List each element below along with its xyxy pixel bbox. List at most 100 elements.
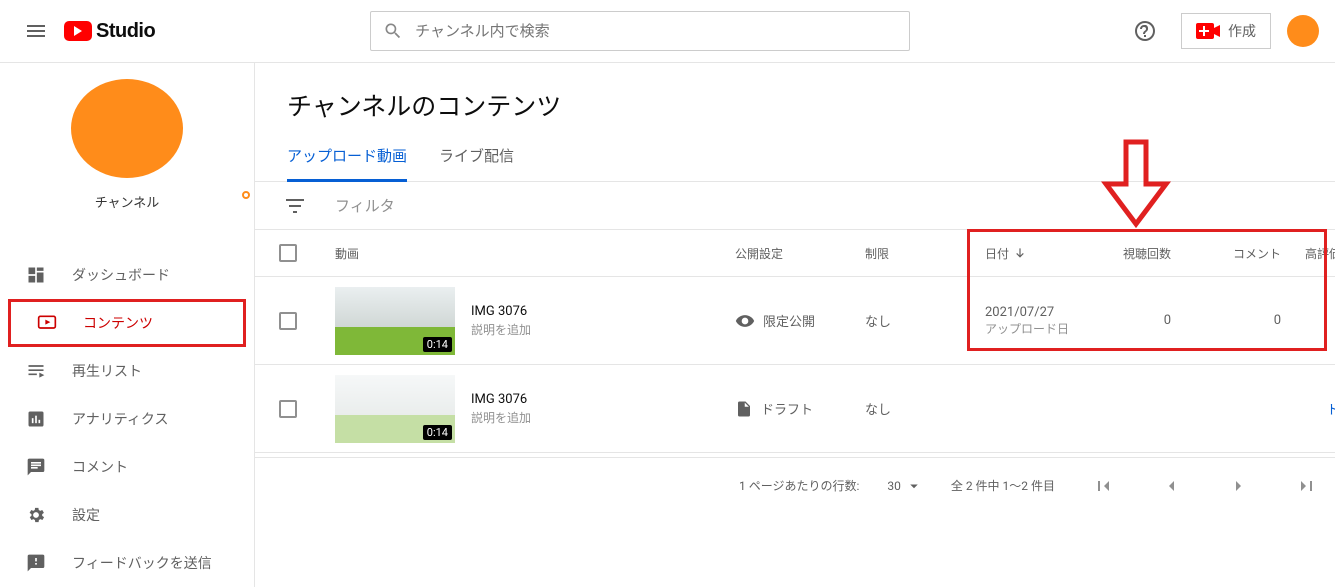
- playlist-icon: [24, 361, 48, 381]
- visibility-cell[interactable]: ドラフト: [735, 399, 865, 418]
- next-page-button[interactable]: [1219, 466, 1259, 506]
- sort-down-icon: [1013, 246, 1027, 260]
- edit-draft-link[interactable]: ドラフトを編: [1305, 399, 1335, 418]
- video-title: IMG 3076: [471, 304, 531, 319]
- video-duration: 0:14: [423, 337, 452, 352]
- visibility-label: 限定公開: [763, 311, 815, 330]
- video-thumbnail[interactable]: 0:14: [335, 287, 455, 355]
- video-cell[interactable]: 0:14 IMG 3076 説明を追加: [335, 375, 735, 443]
- select-all-checkbox[interactable]: [279, 244, 297, 262]
- col-restrictions[interactable]: 制限: [865, 245, 985, 262]
- hamburger-icon: [24, 19, 48, 43]
- video-duration: 0:14: [423, 425, 452, 440]
- col-comments[interactable]: コメント: [1195, 245, 1305, 262]
- create-video-icon: [1196, 23, 1220, 39]
- draft-icon: [735, 400, 753, 418]
- chevron-left-icon: [1159, 474, 1183, 498]
- sidebar-item-analytics[interactable]: アナリティクス: [0, 395, 254, 443]
- search-icon: [383, 21, 403, 41]
- restrictions-cell: なし: [865, 399, 985, 418]
- sidebar-item-label: コンテンツ: [83, 313, 219, 333]
- date-cell: 2021/07/27 アップロード日: [985, 305, 1095, 337]
- tab-live[interactable]: ライブ配信: [439, 135, 514, 181]
- youtube-play-icon: [64, 21, 92, 41]
- filter-bar[interactable]: フィルタ: [255, 182, 1335, 230]
- sidebar-item-feedback[interactable]: フィードバックを送信: [0, 539, 254, 587]
- sidebar-item-playlists[interactable]: 再生リスト: [0, 347, 254, 395]
- col-date-label: 日付: [985, 245, 1009, 262]
- studio-logo[interactable]: Studio: [64, 20, 155, 43]
- filter-label: フィルタ: [335, 195, 395, 216]
- logo-text: Studio: [96, 20, 155, 43]
- rows-per-page-select[interactable]: 30: [887, 477, 923, 495]
- tab-uploads[interactable]: アップロード動画: [287, 135, 407, 182]
- sidebar-item-label: 再生リスト: [72, 361, 230, 381]
- sidebar-item-label: コメント: [72, 457, 230, 477]
- rows-per-page-label: 1 ページあたりの行数:: [739, 477, 859, 494]
- table-row[interactable]: 0:14 IMG 3076 説明を追加 限定公開 なし 2021/07/27 ア…: [255, 277, 1335, 365]
- channel-avatar[interactable]: [71, 79, 183, 178]
- views-cell: 0: [1095, 313, 1195, 328]
- feedback-icon: [24, 553, 48, 573]
- channel-name-label: チャンネル: [95, 192, 160, 211]
- content-icon: [35, 313, 59, 333]
- sidebar-item-settings[interactable]: 設定: [0, 491, 254, 539]
- video-cell[interactable]: 0:14 IMG 3076 説明を追加: [335, 287, 735, 355]
- sidebar-item-label: アナリティクス: [72, 409, 230, 429]
- page-first-icon: [1091, 474, 1115, 498]
- comments-icon: [24, 457, 48, 477]
- table-row[interactable]: 0:14 IMG 3076 説明を追加 ドラフト なし ドラフトを編: [255, 365, 1335, 453]
- unlisted-icon: [735, 311, 755, 331]
- video-description-placeholder: 説明を追加: [471, 321, 531, 338]
- sidebar: チャンネル ダッシュボード コンテンツ 再生リスト アナリティクス コメント: [0, 63, 255, 587]
- rows-per-page-value: 30: [887, 479, 901, 493]
- video-thumbnail[interactable]: 0:14: [335, 375, 455, 443]
- search-input[interactable]: [415, 23, 897, 40]
- account-avatar[interactable]: [1287, 15, 1319, 47]
- help-button[interactable]: [1125, 11, 1165, 51]
- sidebar-item-content[interactable]: コンテンツ: [8, 299, 246, 347]
- app-header: Studio 作成: [0, 0, 1335, 63]
- sidebar-nav: ダッシュボード コンテンツ 再生リスト アナリティクス コメント 設定: [0, 251, 254, 587]
- pagination-range: 全 2 件中 1～2 件目: [951, 477, 1055, 494]
- sidebar-item-dashboard[interactable]: ダッシュボード: [0, 251, 254, 299]
- sidebar-item-label: ダッシュボード: [72, 265, 230, 285]
- col-video[interactable]: 動画: [335, 245, 735, 262]
- date-sublabel: アップロード日: [985, 320, 1095, 337]
- video-description-placeholder: 説明を追加: [471, 409, 531, 426]
- content-tabs: アップロード動画 ライブ配信: [255, 131, 1335, 182]
- first-page-button[interactable]: [1083, 466, 1123, 506]
- sidebar-item-comments[interactable]: コメント: [0, 443, 254, 491]
- video-title: IMG 3076: [471, 392, 531, 407]
- page-last-icon: [1295, 474, 1319, 498]
- search-box[interactable]: [370, 11, 910, 51]
- col-views[interactable]: 視聴回数: [1095, 245, 1195, 262]
- filter-icon: [283, 194, 307, 218]
- main-content: チャンネルのコンテンツ アップロード動画 ライブ配信 フィルタ 動画 公開設定 …: [255, 63, 1335, 587]
- col-date[interactable]: 日付: [985, 245, 1095, 262]
- visibility-label: ドラフト: [761, 399, 813, 418]
- visibility-cell[interactable]: 限定公開: [735, 311, 865, 331]
- col-visibility[interactable]: 公開設定: [735, 245, 865, 262]
- chevron-right-icon: [1227, 474, 1251, 498]
- prev-page-button[interactable]: [1151, 466, 1191, 506]
- date-value: 2021/07/27: [985, 305, 1095, 320]
- row-checkbox[interactable]: [279, 312, 297, 330]
- gear-icon: [24, 505, 48, 525]
- analytics-icon: [24, 409, 48, 429]
- sidebar-item-label: フィードバックを送信: [72, 553, 230, 573]
- restrictions-cell: なし: [865, 311, 985, 330]
- page-title: チャンネルのコンテンツ: [255, 63, 1335, 131]
- table-header: 動画 公開設定 制限 日付 視聴回数 コメント 高評価率（低: [255, 230, 1335, 277]
- create-button[interactable]: 作成: [1181, 13, 1271, 49]
- annotation-arrow-icon: [1101, 139, 1171, 229]
- help-icon: [1133, 19, 1157, 43]
- header-actions: 作成: [1125, 11, 1319, 51]
- row-checkbox[interactable]: [279, 400, 297, 418]
- dashboard-icon: [24, 265, 48, 285]
- sidebar-item-label: 設定: [72, 505, 230, 525]
- last-page-button[interactable]: [1287, 466, 1327, 506]
- chevron-down-icon: [905, 477, 923, 495]
- menu-button[interactable]: [16, 11, 56, 51]
- col-likes[interactable]: 高評価率（低: [1305, 245, 1335, 262]
